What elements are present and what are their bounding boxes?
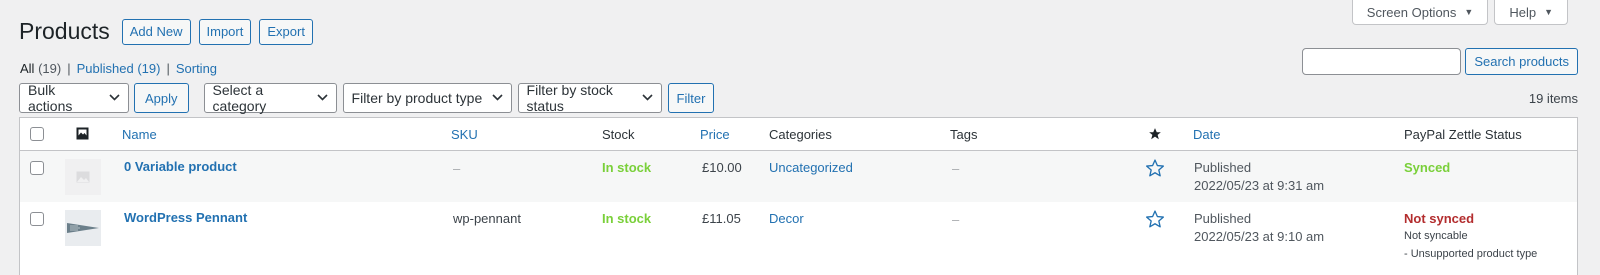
placeholder-image-icon bbox=[76, 171, 90, 183]
view-all-count: (19) bbox=[38, 61, 62, 76]
filter-button[interactable]: Filter bbox=[667, 83, 715, 113]
products-page: Screen Options ▼ Help ▼ Products Add New… bbox=[0, 0, 1600, 275]
product-date: Published 2022/05/23 at 9:31 am bbox=[1194, 159, 1324, 195]
bulk-actions-select[interactable]: Bulk actions bbox=[19, 82, 129, 114]
date-status: Published bbox=[1194, 211, 1252, 226]
add-new-button[interactable]: Add New bbox=[121, 18, 191, 45]
date-value: 2022/05/23 at 9:31 am bbox=[1194, 178, 1325, 193]
select-all-checkbox[interactable] bbox=[30, 127, 44, 141]
row-checkbox[interactable] bbox=[30, 212, 44, 226]
product-price: £10.00 bbox=[702, 160, 742, 175]
column-name-label: Name bbox=[122, 127, 157, 142]
apply-button[interactable]: Apply bbox=[134, 83, 189, 113]
product-type-value: Filter by product type bbox=[351, 90, 483, 106]
product-category-link[interactable]: Uncategorized bbox=[769, 160, 853, 175]
view-separator: | bbox=[166, 61, 170, 76]
product-tags: – bbox=[952, 161, 960, 176]
stock-status: In stock bbox=[602, 160, 652, 175]
search-box: Search products bbox=[1302, 48, 1578, 75]
zettle-status: Not synced bbox=[1404, 211, 1475, 226]
view-published-count: (19) bbox=[137, 61, 161, 76]
product-tags: – bbox=[952, 212, 960, 227]
screen-options-button[interactable]: Screen Options ▼ bbox=[1351, 0, 1489, 25]
chevron-down-icon bbox=[491, 92, 503, 104]
star-outline-icon[interactable] bbox=[1145, 158, 1165, 181]
zettle-status-block: Not synced Not syncable - Unsupported pr… bbox=[1404, 211, 1537, 260]
pennant-image-icon bbox=[67, 223, 99, 233]
stock-status: In stock bbox=[602, 211, 652, 226]
search-input[interactable] bbox=[1302, 48, 1462, 75]
tablenav-top: Bulk actions Apply Select a category Fil… bbox=[19, 82, 1578, 114]
column-date-label: Date bbox=[1193, 127, 1221, 142]
products-table: Name SKU Stock Price Categories Tags Dat… bbox=[19, 117, 1578, 275]
stock-status-select[interactable]: Filter by stock status bbox=[517, 82, 662, 114]
product-sku: wp-pennant bbox=[453, 211, 521, 226]
zettle-status: Synced bbox=[1404, 160, 1451, 175]
product-price: £11.05 bbox=[702, 211, 741, 226]
product-name-link[interactable]: 0 Variable product bbox=[124, 159, 237, 174]
column-stock: Stock bbox=[602, 127, 635, 142]
caret-down-icon: ▼ bbox=[1544, 7, 1553, 17]
column-price[interactable]: Price bbox=[700, 118, 730, 151]
table-row: WordPress Pennant wp-pennant In stock £1… bbox=[20, 202, 1577, 275]
column-sku-label: SKU bbox=[451, 127, 478, 142]
caret-down-icon: ▼ bbox=[1464, 7, 1474, 17]
page-title: Products bbox=[19, 18, 110, 44]
bulk-actions-value: Bulk actions bbox=[28, 82, 73, 114]
view-separator: | bbox=[67, 61, 71, 76]
product-date: Published 2022/05/23 at 9:10 am bbox=[1194, 210, 1324, 246]
table-row: 0 Variable product – In stock £10.00 Unc… bbox=[20, 151, 1577, 202]
column-name[interactable]: Name bbox=[122, 118, 157, 151]
screen-options-label: Screen Options bbox=[1366, 4, 1457, 20]
help-button[interactable]: Help ▼ bbox=[1494, 0, 1568, 25]
column-date[interactable]: Date bbox=[1193, 118, 1220, 151]
chevron-down-icon bbox=[109, 92, 120, 104]
screen-meta-links: Screen Options ▼ Help ▼ bbox=[1351, 0, 1568, 25]
product-name-link[interactable]: WordPress Pennant bbox=[124, 210, 247, 225]
product-name: 0 Variable product bbox=[124, 159, 237, 174]
product-thumbnail[interactable] bbox=[65, 210, 101, 246]
view-all-label: All bbox=[20, 61, 35, 76]
search-products-button[interactable]: Search products bbox=[1465, 48, 1578, 75]
product-sku: – bbox=[453, 161, 461, 176]
items-count: 19 items bbox=[1528, 90, 1578, 106]
column-tags: Tags bbox=[950, 127, 978, 142]
chevron-down-icon bbox=[641, 92, 653, 104]
chevron-down-icon bbox=[316, 92, 328, 104]
table-header-row: Name SKU Stock Price Categories Tags Dat… bbox=[20, 118, 1577, 151]
page-header: Products Add New Import Export bbox=[19, 18, 313, 45]
product-type-select[interactable]: Filter by product type bbox=[342, 83, 512, 113]
stock-status-value: Filter by stock status bbox=[526, 82, 613, 114]
help-label: Help bbox=[1509, 4, 1537, 20]
featured-column-star-icon[interactable] bbox=[1148, 127, 1162, 144]
date-value: 2022/05/23 at 9:10 am bbox=[1194, 229, 1325, 244]
view-published[interactable]: Published (19) bbox=[77, 61, 161, 76]
zettle-reason: - Unsupported product type bbox=[1404, 248, 1538, 260]
star-outline-icon[interactable] bbox=[1145, 209, 1165, 232]
row-checkbox[interactable] bbox=[30, 161, 44, 175]
import-button[interactable]: Import bbox=[198, 18, 252, 45]
date-status: Published bbox=[1194, 160, 1252, 175]
zettle-note: Not syncable bbox=[1404, 230, 1468, 242]
column-zettle-status: PayPal Zettle Status bbox=[1404, 127, 1522, 142]
category-value: Select a category bbox=[212, 82, 267, 114]
status-views: All (19) | Published (19) | Sorting bbox=[20, 61, 217, 76]
image-column-icon bbox=[76, 127, 89, 143]
product-category-link[interactable]: Decor bbox=[769, 211, 804, 226]
view-sorting[interactable]: Sorting bbox=[176, 61, 217, 76]
column-price-label: Price bbox=[700, 127, 730, 142]
export-button[interactable]: Export bbox=[259, 18, 313, 45]
column-sku[interactable]: SKU bbox=[451, 118, 478, 151]
product-thumbnail[interactable] bbox=[65, 159, 101, 195]
product-name: WordPress Pennant bbox=[124, 210, 248, 225]
view-all[interactable]: All (19) bbox=[20, 61, 61, 76]
view-published-label: Published bbox=[76, 61, 134, 76]
category-select[interactable]: Select a category bbox=[203, 82, 337, 114]
column-categories: Categories bbox=[769, 127, 832, 142]
